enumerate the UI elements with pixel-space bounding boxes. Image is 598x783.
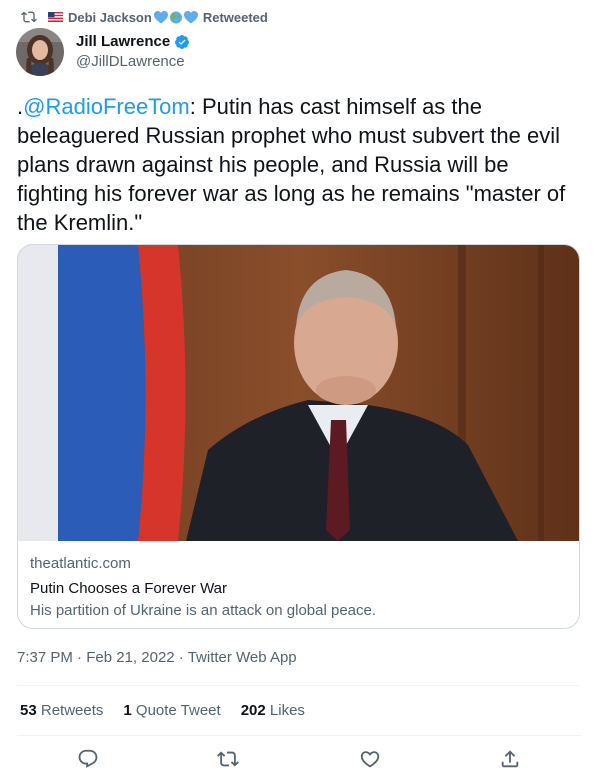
card-domain: theatlantic.com	[30, 555, 131, 572]
author-name-row[interactable]: Jill Lawrence	[76, 33, 190, 50]
retweet-button[interactable]	[217, 748, 239, 770]
retweeted-label: Retweeted	[202, 9, 268, 25]
divider	[17, 685, 581, 686]
retweeter-name[interactable]: Debi Jackson	[68, 10, 152, 25]
author-name[interactable]: Jill Lawrence	[76, 33, 170, 50]
tweet-stats: 53 Retweets 1 Quote Tweet 202 Likes	[20, 702, 325, 719]
mention-link[interactable]: @RadioFreeTom	[23, 94, 190, 119]
us-flag-icon	[48, 12, 63, 22]
verified-badge-icon	[175, 34, 190, 49]
card-image	[18, 245, 579, 541]
link-card[interactable]: theatlantic.com Putin Chooses a Forever …	[17, 244, 580, 629]
quotes-label: Quote Tweet	[135, 702, 221, 719]
meta-separator: ·	[77, 649, 83, 666]
meta-separator: ·	[178, 649, 184, 666]
card-title: Putin Chooses a Forever War	[30, 580, 228, 597]
retweet-icon	[21, 11, 37, 23]
tweet-source: Twitter Web App	[187, 649, 297, 666]
tweet-actions	[17, 748, 580, 772]
blue-heart-icon	[183, 10, 198, 23]
share-button[interactable]	[499, 748, 521, 770]
quote-tweets-stat[interactable]: 1 Quote Tweet	[123, 702, 220, 719]
blue-heart-icon	[153, 10, 168, 23]
card-description: His partition of Ukraine is an attack on…	[30, 602, 377, 619]
quotes-count: 1	[123, 702, 132, 719]
reply-icon	[78, 749, 98, 768]
retweet-context: Debi Jackson Retweeted	[20, 7, 268, 27]
globe-icon	[169, 10, 182, 24]
avatar[interactable]	[16, 28, 64, 76]
retweet-icon	[217, 751, 239, 767]
likes-count: 202	[240, 702, 266, 719]
divider	[17, 735, 581, 736]
reply-button[interactable]	[77, 748, 99, 770]
tweet-text: .@RadioFreeTom: Putin has cast himself a…	[17, 92, 583, 237]
tweet-time[interactable]: 7:37 PM	[17, 649, 73, 666]
retweets-label: Retweets	[40, 702, 104, 719]
tweet-author: Jill Lawrence @JillDLawrence	[16, 28, 190, 76]
author-handle[interactable]: @JillDLawrence	[76, 53, 190, 70]
heart-icon	[360, 751, 380, 768]
share-icon	[501, 750, 519, 768]
like-button[interactable]	[359, 748, 381, 770]
heart-emoji-group	[153, 10, 199, 24]
tweet-date[interactable]: Feb 21, 2022	[86, 649, 174, 666]
tweet-meta: 7:37 PM · Feb 21, 2022 · Twitter Web App	[17, 649, 297, 666]
likes-label: Likes	[269, 702, 305, 719]
retweets-stat[interactable]: 53 Retweets	[20, 702, 103, 719]
likes-stat[interactable]: 202 Likes	[241, 702, 305, 719]
retweets-count: 53	[20, 702, 37, 719]
